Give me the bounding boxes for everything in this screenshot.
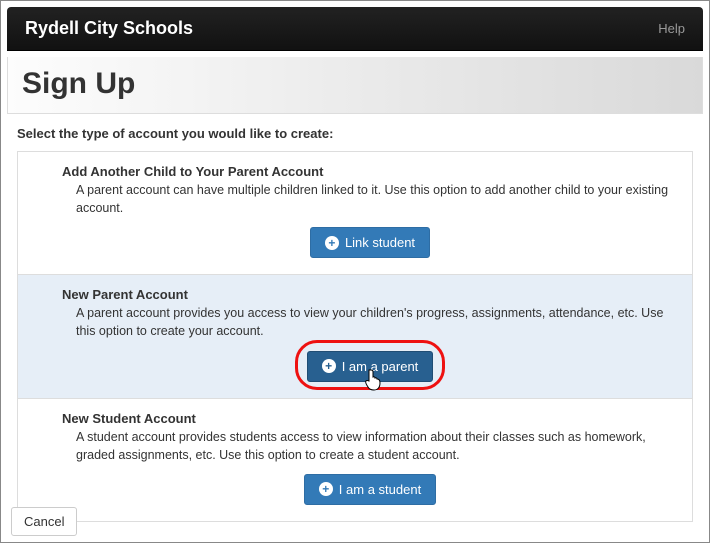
button-label: I am a student bbox=[339, 482, 421, 497]
option-new-student: New Student Account A student account pr… bbox=[18, 399, 692, 521]
page-header: Sign Up bbox=[7, 57, 703, 114]
button-row: + Link student bbox=[62, 227, 678, 258]
button-row: + I am a parent bbox=[62, 351, 678, 382]
plus-circle-icon: + bbox=[322, 359, 336, 373]
option-desc: A parent account provides you access to … bbox=[76, 304, 678, 340]
link-student-button[interactable]: + Link student bbox=[310, 227, 430, 258]
help-link[interactable]: Help bbox=[658, 21, 685, 36]
button-label: Link student bbox=[345, 235, 415, 250]
option-new-parent: New Parent Account A parent account prov… bbox=[18, 275, 692, 398]
i-am-a-student-button[interactable]: + I am a student bbox=[304, 474, 436, 505]
button-label: I am a parent bbox=[342, 359, 419, 374]
option-desc: A parent account can have multiple child… bbox=[76, 181, 678, 217]
option-desc: A student account provides students acce… bbox=[76, 428, 678, 464]
navbar: Rydell City Schools Help bbox=[7, 7, 703, 51]
content: Select the type of account you would lik… bbox=[7, 114, 703, 522]
navbar-brand: Rydell City Schools bbox=[25, 18, 193, 39]
button-row: + I am a student bbox=[62, 474, 678, 505]
cancel-button[interactable]: Cancel bbox=[11, 507, 77, 536]
i-am-a-parent-button[interactable]: + I am a parent bbox=[307, 351, 434, 382]
option-add-child: Add Another Child to Your Parent Account… bbox=[18, 152, 692, 275]
plus-circle-icon: + bbox=[319, 482, 333, 496]
option-title: New Parent Account bbox=[62, 287, 678, 302]
footer: Cancel bbox=[11, 507, 77, 536]
page-title: Sign Up bbox=[22, 67, 688, 101]
plus-circle-icon: + bbox=[325, 236, 339, 250]
options-list: Add Another Child to Your Parent Account… bbox=[17, 151, 693, 522]
prompt-text: Select the type of account you would lik… bbox=[17, 126, 693, 141]
option-title: New Student Account bbox=[62, 411, 678, 426]
option-title: Add Another Child to Your Parent Account bbox=[62, 164, 678, 179]
